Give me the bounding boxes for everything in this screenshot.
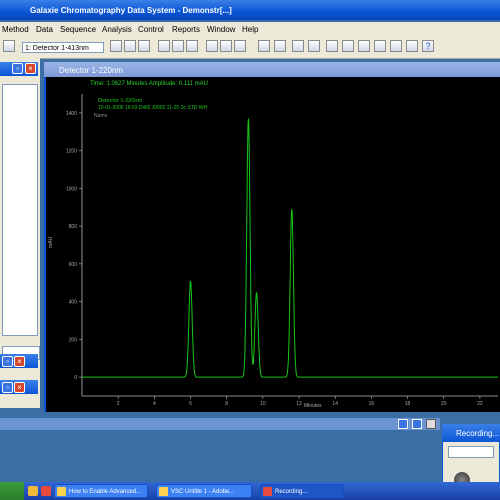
y-tick-label: 1400 — [66, 111, 77, 117]
recording-icon — [263, 487, 272, 496]
arrow-right-icon[interactable] — [412, 419, 422, 429]
app-title: Galaxie Chromatography Data System - Dem… — [30, 6, 232, 15]
x-tick-label: 12 — [296, 401, 302, 407]
app-icon — [159, 487, 168, 496]
instrument-status-panel — [2, 84, 38, 336]
restore-icon[interactable]: ▫ — [2, 356, 13, 367]
x-tick-label: 14 — [332, 401, 338, 407]
toolbar-button[interactable] — [3, 40, 15, 52]
arrow-left-icon[interactable] — [398, 419, 408, 429]
toolbar-button[interactable] — [308, 40, 320, 52]
menu-reports[interactable]: Reports — [172, 25, 200, 34]
toolbar-button[interactable] — [186, 40, 198, 52]
chromatogram-title-bar: Detector 1-220nm — [44, 62, 500, 77]
x-tick-label: 16 — [369, 401, 375, 407]
menu-data[interactable]: Data — [36, 25, 53, 34]
recording-title: Recording... — [456, 429, 500, 438]
y-tick-label: 400 — [69, 300, 78, 306]
start-button[interactable] — [0, 482, 24, 500]
recording-title-bar: Recording... — [442, 424, 500, 442]
x-tick-label: 2 — [117, 401, 120, 407]
paste-icon[interactable] — [138, 40, 150, 52]
y-tick-label: 1200 — [66, 149, 77, 155]
save-icon[interactable] — [426, 419, 436, 429]
toolbar-button[interactable] — [258, 40, 270, 52]
x-tick-label: 6 — [189, 401, 192, 407]
close-icon[interactable]: × — [14, 356, 25, 367]
y-axis-label: mAU — [48, 237, 54, 249]
restore-icon[interactable]: ▫ — [12, 63, 23, 74]
y-tick-label: 1000 — [66, 186, 77, 192]
menu-help[interactable]: Help — [242, 25, 258, 34]
x-tick-label: 8 — [225, 401, 228, 407]
x-tick-label: 22 — [477, 401, 483, 407]
cut-icon[interactable] — [110, 40, 122, 52]
menu-window[interactable]: Window — [207, 25, 235, 34]
menu-bar: Method Data Sequence Analysis Control Re… — [0, 22, 500, 36]
menu-control[interactable]: Control — [138, 25, 164, 34]
toolbar-button[interactable] — [342, 40, 354, 52]
toolbar-button[interactable] — [274, 40, 286, 52]
x-tick-label: 20 — [441, 401, 447, 407]
x-tick-label: 10 — [260, 401, 266, 407]
toolbar-button[interactable] — [358, 40, 370, 52]
toolbar-button[interactable] — [206, 40, 218, 52]
app-icon — [57, 487, 66, 496]
recording-dropdown[interactable] — [448, 446, 494, 458]
x-tick-label: 18 — [405, 401, 411, 407]
quick-launch-icon[interactable] — [41, 486, 51, 496]
toolbar-button[interactable] — [158, 40, 170, 52]
legend-line: Detector 1-220nm — [98, 98, 142, 104]
taskbar-item[interactable]: VSC Untitle 1 - Adobe... — [156, 484, 252, 498]
close-icon[interactable]: × — [25, 63, 36, 74]
y-tick-label: 600 — [69, 262, 78, 268]
detector-select[interactable]: 1: Detector 1-413nm — [22, 42, 104, 53]
x-axis-label: Minutes — [304, 403, 322, 409]
help-icon[interactable]: ? — [422, 40, 434, 52]
y-tick-label: 800 — [69, 224, 78, 230]
chart-icon[interactable] — [292, 40, 304, 52]
toolbar-button[interactable] — [220, 40, 232, 52]
x-tick-label: 4 — [153, 401, 156, 407]
taskbar-item-active[interactable]: Recording... — [260, 484, 344, 498]
left-label: Name — [94, 113, 108, 119]
toolbar-button[interactable] — [326, 40, 338, 52]
toolbar-button[interactable] — [374, 40, 386, 52]
left-panel: ▫ × ▫ × ▫ × — [0, 58, 40, 408]
app-title-bar: Galaxie Chromatography Data System - Dem… — [0, 0, 500, 20]
close-icon[interactable]: × — [14, 382, 25, 393]
y-tick-label: 200 — [69, 337, 78, 343]
taskbar-item[interactable]: How to Enable Advanced... — [54, 484, 148, 498]
copy-icon[interactable] — [124, 40, 136, 52]
toolbar-button[interactable] — [234, 40, 246, 52]
menu-sequence[interactable]: Sequence — [60, 25, 96, 34]
quick-launch-icon[interactable] — [28, 486, 38, 496]
y-tick-label: 0 — [74, 375, 77, 381]
menu-method[interactable]: Method — [2, 25, 29, 34]
toolbar-button[interactable] — [406, 40, 418, 52]
chromatogram-title: Detector 1-220nm — [59, 66, 124, 75]
toolbar-button[interactable] — [390, 40, 402, 52]
chromatogram-trace — [82, 118, 498, 378]
horizontal-scrollbar[interactable] — [0, 418, 440, 430]
legend-line: 10-01-2006 16:03 Drill5 J0002 11-25-3c S… — [98, 105, 208, 111]
menu-analysis[interactable]: Analysis — [102, 25, 132, 34]
toolbar-button[interactable] — [172, 40, 184, 52]
restore-icon[interactable]: ▫ — [2, 382, 13, 393]
chromatogram-plot[interactable]: 0 200 400 600 800 1000 1200 1400 2 4 6 8 10 12 14 16 18 2… — [46, 84, 500, 410]
